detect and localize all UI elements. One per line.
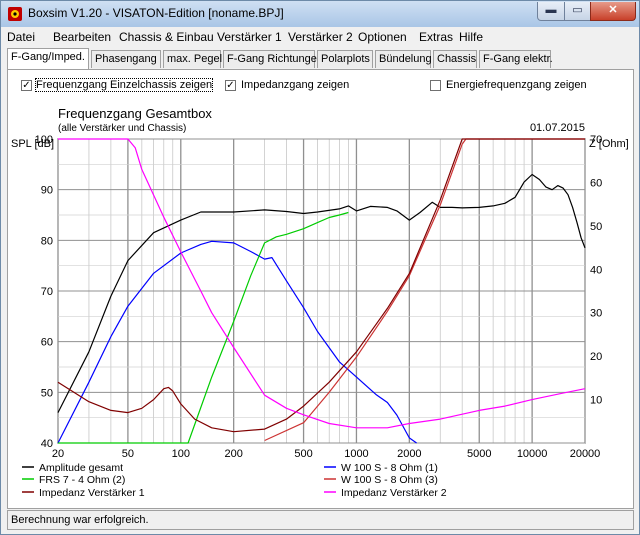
title-bar[interactable]: Boxsim V1.20 - VISATON-Edition [noname.B… — [1, 1, 639, 27]
y-tick-label-right: 10 — [590, 395, 602, 407]
tab-panel: ✓ Frequenzgang Einzelchassis zeigen ✓ Im… — [7, 69, 634, 509]
x-tick-label: 1000 — [344, 448, 368, 460]
status-bar: Berechnung war erfolgreich. — [7, 510, 634, 530]
menu-datei[interactable]: Datei — [7, 30, 35, 44]
tab-f-gang-richtungen[interactable]: F-Gang Richtungen — [223, 50, 323, 68]
x-tick-label: 2000 — [397, 448, 421, 460]
tab-f-gang-imped[interactable]: F-Gang/Imped. — [7, 48, 89, 69]
app-window: Boxsim V1.20 - VISATON-Edition [noname.B… — [0, 0, 640, 535]
tab-chassis[interactable]: Chassis — [433, 50, 477, 68]
menu-verstaerker-2[interactable]: Verstärker 2 — [288, 30, 353, 44]
menu-extras[interactable]: Extras — [419, 30, 453, 44]
legend-label: FRS 7 - 4 Ohm (2) — [39, 474, 125, 486]
chart-legend: Amplitude gesamt W 100 S - 8 Ohm (1) FRS 7… — [22, 462, 447, 499]
app-icon — [8, 7, 22, 21]
minimize-button[interactable]: ▬ — [537, 2, 565, 21]
y-tick-label-right: 40 — [590, 264, 602, 276]
tab-max-pegel[interactable]: max. Pegel — [163, 50, 222, 68]
chart-date: 01.07.2015 — [530, 122, 585, 134]
y-tick-label-right: 30 — [590, 308, 602, 320]
menu-bar: Datei Bearbeiten Chassis & Einbau Verstä… — [1, 28, 639, 46]
y-tick-label-right: 60 — [590, 177, 602, 189]
menu-hilfe[interactable]: Hilfe — [459, 30, 483, 44]
chart-grid — [57, 138, 586, 444]
x-tick-label: 20000 — [570, 448, 601, 460]
tab-f-gang-elektr[interactable]: F-Gang elektr. — [479, 50, 553, 68]
y-tick-label-right: 20 — [590, 351, 602, 363]
menu-chassis-einbau[interactable]: Chassis & Einbau — [119, 30, 214, 44]
y-tick-label-right: 50 — [590, 221, 602, 233]
x-tick-label: 20 — [52, 448, 64, 460]
y-tick-label-right: 70 — [590, 134, 602, 146]
y-tick-label-left: 50 — [41, 387, 53, 399]
legend-label: Impedanz Verstärker 1 — [39, 487, 145, 499]
x-tick-label: 200 — [224, 448, 242, 460]
y-tick-label-left: 70 — [41, 286, 53, 298]
chart-subtitle: (alle Verstärker und Chassis) — [58, 123, 186, 134]
legend-label: Impedanz Verstärker 2 — [341, 487, 447, 499]
x-tick-label: 5000 — [467, 448, 491, 460]
tab-phasengang[interactable]: Phasengang — [91, 50, 161, 68]
x-tick-label: 10000 — [517, 448, 548, 460]
tab-buendelung[interactable]: Bündelung — [375, 50, 432, 68]
maximize-button[interactable]: ▭ — [564, 2, 591, 21]
y-tick-label-left: 40 — [41, 438, 53, 450]
legend-label: Amplitude gesamt — [39, 462, 123, 474]
menu-optionen[interactable]: Optionen — [358, 30, 407, 44]
legend-label: W 100 S - 8 Ohm (3) — [341, 474, 438, 486]
window-title: Boxsim V1.20 - VISATON-Edition [noname.B… — [28, 6, 284, 20]
x-tick-label: 50 — [122, 448, 134, 460]
menu-verstaerker-1[interactable]: Verstärker 1 — [217, 30, 282, 44]
x-tick-label: 100 — [172, 448, 190, 460]
legend-label: W 100 S - 8 Ohm (1) — [341, 462, 438, 474]
close-button[interactable]: ✕ — [590, 2, 636, 21]
tab-polarplots[interactable]: Polarplots — [317, 50, 373, 68]
y-tick-label-left: 90 — [41, 185, 53, 197]
chart-title: Frequenzgang Gesamtbox — [58, 106, 212, 121]
y-tick-label-left: 100 — [35, 134, 53, 146]
x-tick-label: 500 — [294, 448, 312, 460]
frequency-response-chart: Frequenzgang Gesamtbox (alle Verstärker … — [11, 106, 629, 499]
y-tick-label-left: 60 — [41, 337, 53, 349]
menu-bearbeiten[interactable]: Bearbeiten — [53, 30, 111, 44]
y-tick-label-left: 80 — [41, 235, 53, 247]
